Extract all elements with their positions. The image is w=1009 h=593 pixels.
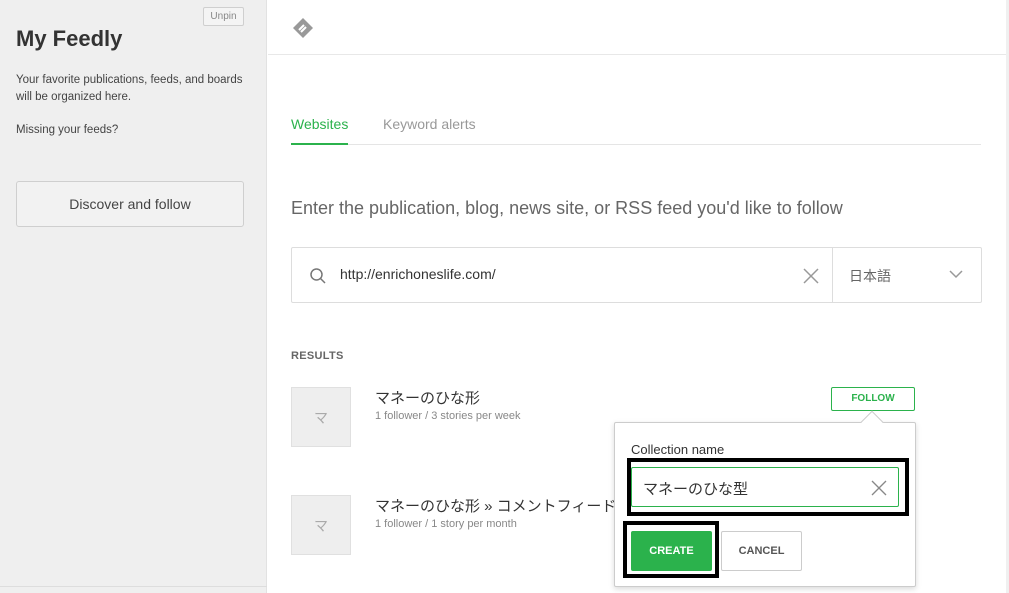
sidebar-title: My Feedly — [16, 26, 123, 51]
feed-meta: 1 follower / 3 stories per week — [375, 410, 521, 422]
sidebar: Unpin My Feedly Your favorite publicatio… — [0, 0, 267, 593]
discover-and-follow-button[interactable]: Discover and follow — [16, 181, 244, 227]
tab-keyword-alerts[interactable]: Keyword alerts — [383, 116, 476, 145]
sidebar-divider — [0, 586, 267, 587]
clear-icon[interactable] — [801, 266, 821, 286]
follow-button[interactable]: FOLLOW — [831, 387, 915, 411]
missing-feeds-link[interactable]: Missing your feeds? — [16, 124, 118, 136]
sidebar-description: Your favorite publications, feeds, and b… — [16, 74, 243, 103]
feedly-logo-icon[interactable] — [292, 17, 314, 39]
chevron-down-icon[interactable] — [949, 269, 963, 279]
create-button[interactable]: CREATE — [631, 531, 712, 571]
results-label: RESULTS — [291, 350, 344, 362]
collection-name-label: Collection name — [631, 442, 725, 457]
feed-meta: 1 follower / 1 story per month — [375, 518, 517, 530]
feed-title[interactable]: マネーのひな形 » コメントフィード — [375, 495, 616, 516]
language-divider — [832, 248, 833, 302]
collection-name-value: マネーのひな型 — [643, 481, 749, 498]
top-bar — [268, 0, 1009, 55]
language-select[interactable]: 日本語 — [849, 266, 891, 286]
search-box: http://enrichoneslife.com/ 日本語 — [291, 247, 982, 303]
search-icon — [310, 268, 326, 284]
tab-websites[interactable]: Websites — [291, 116, 349, 145]
search-prompt: Enter the publication, blog, news site, … — [291, 198, 843, 218]
source-tabs: Websites Keyword alerts — [291, 116, 981, 145]
cancel-button[interactable]: CANCEL — [721, 531, 802, 571]
search-input[interactable]: http://enrichoneslife.com/ — [340, 266, 496, 282]
thumbnail-letter: マ — [314, 518, 328, 534]
feed-thumbnail: マ — [291, 387, 351, 447]
collection-name-input[interactable]: マネーのひな型 — [631, 467, 899, 507]
clear-icon[interactable] — [870, 479, 888, 497]
feed-title[interactable]: マネーのひな形 — [375, 387, 480, 408]
thumbnail-letter: マ — [314, 410, 328, 426]
feed-thumbnail: マ — [291, 495, 351, 555]
unpin-button[interactable]: Unpin — [203, 7, 244, 26]
